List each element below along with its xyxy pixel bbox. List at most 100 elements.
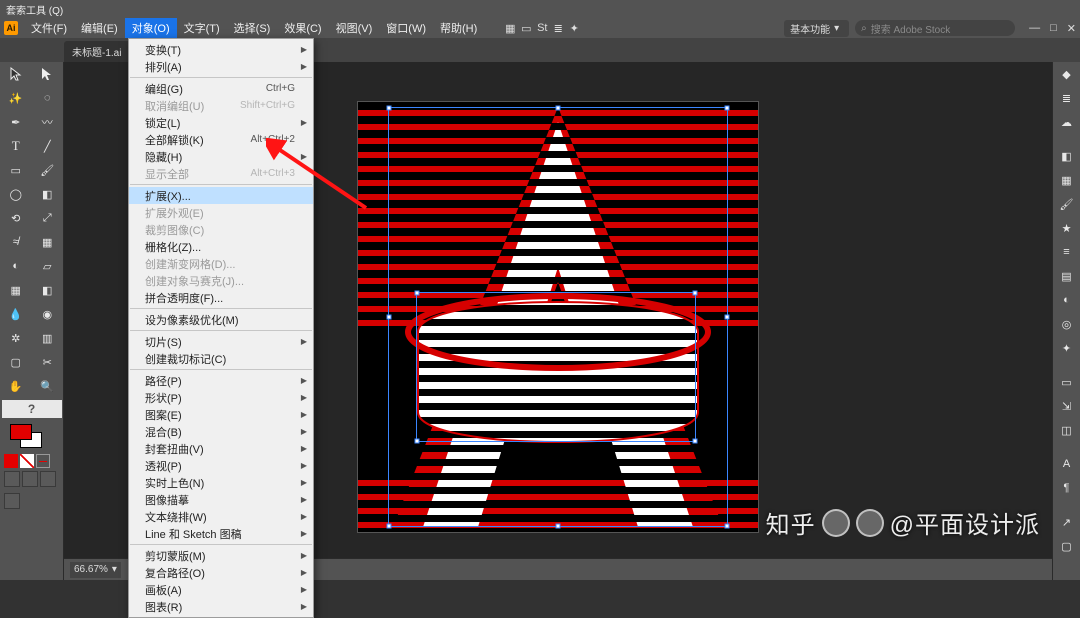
line-tool-icon[interactable]: ╱ — [32, 134, 64, 158]
maximize-button[interactable]: □ — [1050, 22, 1057, 35]
help-button[interactable]: ? — [2, 400, 62, 418]
menu-item[interactable]: 扩展(X)... — [129, 187, 313, 204]
appearance-panel-icon[interactable]: ◎ — [1053, 312, 1080, 336]
menu-item[interactable]: 图表(R) — [129, 598, 313, 615]
perspective-tool-icon[interactable]: ▱ — [32, 254, 64, 278]
menu-item[interactable]: 全部解锁(K)Alt+Ctrl+2 — [129, 131, 313, 148]
transform-panel-icon[interactable]: ⇲ — [1053, 394, 1080, 418]
draw-normal-icon[interactable] — [4, 471, 20, 487]
menu-type[interactable]: 文字(T) — [177, 18, 227, 38]
rectangle-tool-icon[interactable]: ▭ — [0, 158, 32, 182]
direct-selection-tool-icon[interactable] — [32, 62, 64, 86]
gradient-tool-icon[interactable]: ◧ — [32, 278, 64, 302]
transparency-panel-icon[interactable]: ◐ — [1053, 288, 1080, 312]
menu-item[interactable]: 复合路径(O) — [129, 564, 313, 581]
width-tool-icon[interactable]: ≉ — [0, 230, 32, 254]
artboards-panel-icon[interactable]: ▢ — [1053, 534, 1080, 558]
graph-tool-icon[interactable]: ▥ — [32, 326, 64, 350]
menu-item[interactable]: Line 和 Sketch 图稿 — [129, 525, 313, 542]
color-mode-icon[interactable] — [4, 454, 18, 468]
menu-item[interactable]: 混合(B) — [129, 423, 313, 440]
menu-item[interactable]: 隐藏(H) — [129, 148, 313, 165]
none-mode-icon[interactable] — [36, 454, 50, 468]
shaper-tool-icon[interactable]: ◯ — [0, 182, 32, 206]
brushes-panel-icon[interactable]: 🖌 — [1053, 192, 1080, 216]
menu-item[interactable]: 路径(P) — [129, 372, 313, 389]
rotate-tool-icon[interactable]: ⟲ — [0, 206, 32, 230]
toolbar-icon[interactable]: ≣ — [550, 20, 566, 36]
menu-item[interactable]: 图案(E) — [129, 406, 313, 423]
curvature-tool-icon[interactable]: 〰 — [32, 110, 64, 134]
menu-view[interactable]: 视图(V) — [329, 18, 380, 38]
eyedropper-tool-icon[interactable]: 💧 — [0, 302, 32, 326]
asset-export-panel-icon[interactable]: ↗ — [1053, 510, 1080, 534]
hand-tool-icon[interactable]: ✋ — [0, 374, 32, 398]
blend-tool-icon[interactable]: ◉ — [32, 302, 64, 326]
menu-item[interactable]: 排列(A) — [129, 58, 313, 75]
draw-behind-icon[interactable] — [22, 471, 38, 487]
symbol-sprayer-tool-icon[interactable]: ✲ — [0, 326, 32, 350]
toolbar-icon[interactable]: ▦ — [502, 20, 518, 36]
eraser-tool-icon[interactable]: ◧ — [32, 182, 64, 206]
selection-tool-icon[interactable] — [0, 62, 32, 86]
type-tool-icon[interactable]: T — [0, 134, 32, 158]
menu-item[interactable]: 创建裁切标记(C) — [129, 350, 313, 367]
char-panel-icon[interactable]: A — [1053, 452, 1080, 476]
magic-wand-tool-icon[interactable]: ✨ — [0, 86, 32, 110]
menu-item[interactable]: 实时上色(N) — [129, 474, 313, 491]
menu-window[interactable]: 窗口(W) — [379, 18, 433, 38]
para-panel-icon[interactable]: ¶ — [1053, 476, 1080, 500]
draw-inside-icon[interactable] — [40, 471, 56, 487]
artboard-tool-icon[interactable]: ▢ — [0, 350, 32, 374]
menu-item[interactable]: 编组(G)Ctrl+G — [129, 80, 313, 97]
gradient-mode-icon[interactable] — [20, 454, 34, 468]
menu-item[interactable]: 剪切蒙版(M) — [129, 547, 313, 564]
minimize-button[interactable]: — — [1029, 22, 1040, 35]
fill-swatch[interactable] — [10, 424, 32, 440]
toolbar-icon[interactable]: ✦ — [566, 20, 582, 36]
menu-item[interactable]: 画板(A) — [129, 581, 313, 598]
close-button[interactable]: ✕ — [1067, 22, 1076, 35]
zoom-field[interactable]: 66.67% ▾ — [70, 562, 121, 578]
menu-file[interactable]: 文件(F) — [24, 18, 74, 38]
menu-item[interactable]: 设为像素级优化(M) — [129, 311, 313, 328]
menu-edit[interactable]: 编辑(E) — [74, 18, 125, 38]
pathfinder-panel-icon[interactable]: ◫ — [1053, 418, 1080, 442]
menu-item[interactable]: 栅格化(Z)... — [129, 238, 313, 255]
paintbrush-tool-icon[interactable]: 🖌 — [32, 158, 64, 182]
gradient-panel-icon[interactable]: ▤ — [1053, 264, 1080, 288]
toolbar-icon[interactable]: ▭ — [518, 20, 534, 36]
menu-item[interactable]: 图像描摹 — [129, 491, 313, 508]
menu-item[interactable]: 形状(P) — [129, 389, 313, 406]
color-panel-icon[interactable]: ◧ — [1053, 144, 1080, 168]
swatches-panel-icon[interactable]: ▦ — [1053, 168, 1080, 192]
toolbar-icon[interactable]: St — [534, 20, 550, 36]
slice-tool-icon[interactable]: ✂ — [32, 350, 64, 374]
scale-tool-icon[interactable]: ⤢ — [32, 206, 64, 230]
menu-object[interactable]: 对象(O) — [125, 18, 177, 38]
menu-item[interactable]: 封套扭曲(V) — [129, 440, 313, 457]
menu-item[interactable]: 锁定(L) — [129, 114, 313, 131]
menu-select[interactable]: 选择(S) — [227, 18, 278, 38]
stroke-panel-icon[interactable]: ≡ — [1053, 240, 1080, 264]
free-transform-tool-icon[interactable]: ▦ — [32, 230, 64, 254]
zoom-tool-icon[interactable]: 🔍 — [32, 374, 64, 398]
libraries-panel-icon[interactable]: ☁ — [1053, 110, 1080, 134]
workspace-switcher[interactable]: 基本功能 ▾ — [784, 20, 849, 37]
screen-mode-icon[interactable] — [4, 493, 20, 509]
symbols-panel-icon[interactable]: ★ — [1053, 216, 1080, 240]
menu-help[interactable]: 帮助(H) — [433, 18, 484, 38]
menu-item[interactable]: 变换(T) — [129, 41, 313, 58]
shape-builder-tool-icon[interactable]: ◐ — [0, 254, 32, 278]
layers-panel-icon[interactable]: ≣ — [1053, 86, 1080, 110]
graphic-styles-panel-icon[interactable]: ✦ — [1053, 336, 1080, 360]
fill-stroke-swatches[interactable] — [2, 422, 61, 452]
search-input[interactable]: ⌕ 搜索 Adobe Stock — [855, 20, 1015, 36]
mesh-tool-icon[interactable]: ▦ — [0, 278, 32, 302]
pen-tool-icon[interactable]: ✒ — [0, 110, 32, 134]
properties-panel-icon[interactable]: ◆ — [1053, 62, 1080, 86]
menu-item[interactable]: 文本绕排(W) — [129, 508, 313, 525]
lasso-tool-icon[interactable]: ◌ — [32, 86, 64, 110]
align-panel-icon[interactable]: ▭ — [1053, 370, 1080, 394]
menu-item[interactable]: 透视(P) — [129, 457, 313, 474]
